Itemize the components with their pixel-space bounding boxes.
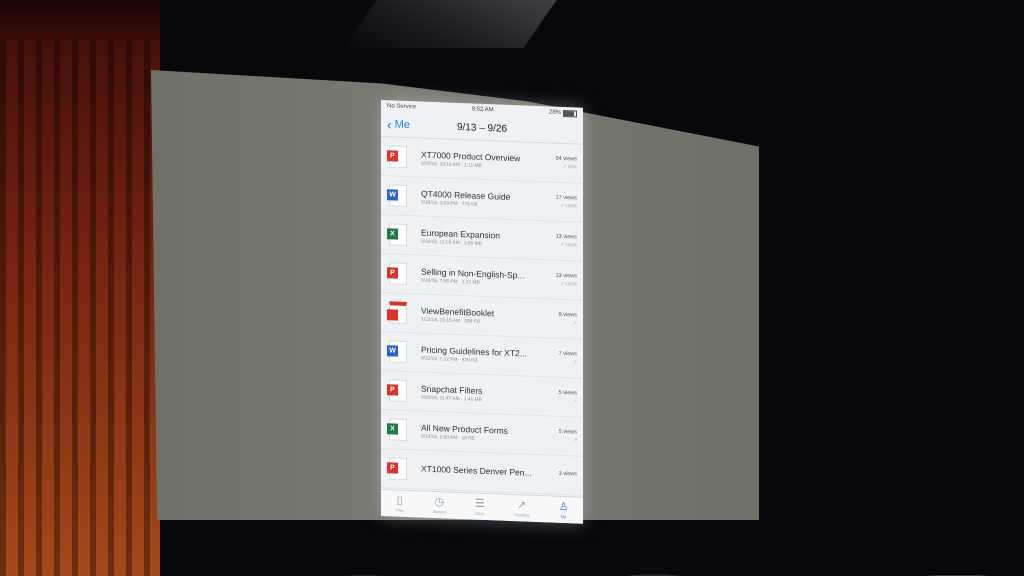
file-text: Snapchat Filters 9/20/16, 11:47 AM · 1.41…	[421, 383, 547, 405]
view-trend: ↗ 26%	[562, 163, 577, 170]
view-count: 13 views	[555, 233, 577, 241]
view-stats: 13 views ↗ 100%	[547, 272, 577, 287]
view-trend: ↗ 100%	[560, 202, 577, 209]
tab-label: Me	[560, 513, 567, 520]
file-type-badge	[387, 309, 398, 321]
file-text: ViewBenefitBooklet 1/22/16, 10:15 AM · 20…	[421, 305, 547, 327]
view-trend	[547, 478, 577, 479]
clock-icon: ◷	[434, 496, 445, 509]
pdf-icon	[387, 301, 407, 324]
view-count: 54 views	[555, 155, 577, 163]
view-stats: 5 views ↗	[547, 389, 577, 404]
battery-percent: 28%	[548, 109, 561, 116]
file-type-badge: P	[387, 462, 398, 474]
file-text: QT4000 Release Guide 9/16/16, 3:03 PM · 7…	[421, 188, 547, 210]
trending-icon: ↗	[517, 499, 527, 512]
carrier-label: No Service	[387, 103, 417, 111]
view-trend: ↗	[573, 398, 577, 404]
powerpoint-icon: P	[387, 379, 407, 402]
excel-icon: X	[387, 223, 407, 246]
back-button[interactable]: ‹ Me	[381, 116, 410, 133]
file-type-badge: P	[387, 267, 398, 279]
powerpoint-icon: P	[387, 145, 407, 168]
file-type-badge: X	[387, 423, 398, 435]
view-stats: 17 views ↗ 100%	[547, 194, 577, 209]
document-icon: ▯	[396, 494, 403, 507]
powerpoint-icon: P	[387, 457, 407, 480]
file-text: XT1000 Series Denver Pen...	[421, 464, 547, 481]
tab-me[interactable]: ♙ Me	[559, 501, 569, 519]
file-type-badge: W	[387, 189, 398, 201]
phone-screen: No Service 9:52 AM 28% ‹ Me 9/13 – 9/26 …	[381, 100, 583, 524]
tab-label: Trending	[513, 512, 530, 518]
view-trend: ↗ 100%	[560, 241, 577, 248]
file-type-badge: X	[387, 228, 398, 240]
chevron-left-icon: ‹	[387, 116, 392, 133]
page-title: 9/13 – 9/26	[456, 121, 508, 135]
excel-icon: X	[387, 418, 407, 441]
tab-label: Recent	[433, 509, 446, 515]
view-trend: ↗	[573, 437, 577, 443]
file-row[interactable]: P XT1000 Series Denver Pen... 3 views	[381, 449, 583, 496]
view-stats: 3 views	[547, 470, 577, 479]
view-count: 7 views	[558, 350, 577, 358]
view-count: 5 views	[558, 428, 577, 436]
file-text: European Expansion 9/16/16, 11:03 AM · 1.…	[421, 227, 547, 249]
view-stats: 13 views ↗ 100%	[547, 233, 577, 248]
list-icon: ☰	[474, 497, 485, 510]
view-count: 3 views	[558, 470, 577, 478]
file-text: XT7000 Product Overview 9/20/16, 10:16 AM…	[421, 149, 547, 171]
tab-docs[interactable]: ☰ Docs	[475, 498, 485, 516]
view-stats: 54 views ↗ 26%	[547, 155, 577, 170]
file-text: Pricing Guidelines for XT2... 9/22/16, 7:…	[421, 344, 547, 366]
powerpoint-icon: P	[387, 262, 407, 285]
file-type-badge: P	[387, 150, 398, 162]
view-stats: 5 views ↗	[547, 428, 577, 443]
tab-label: Files	[395, 507, 404, 513]
view-count: 5 views	[558, 389, 577, 397]
view-stats: 8 views ↗	[547, 311, 577, 326]
view-count: 17 views	[555, 194, 577, 202]
view-trend: ↗	[573, 359, 577, 365]
ceiling-light	[343, 0, 557, 48]
view-stats: 7 views ↗	[547, 350, 577, 365]
file-text: All New Product Forms 9/19/16, 2:00 AM · …	[421, 422, 547, 444]
file-type-badge: P	[387, 384, 398, 396]
back-label: Me	[394, 118, 410, 132]
view-count: 13 views	[555, 272, 577, 280]
lighting-truss	[0, 0, 160, 40]
file-title: XT1000 Series Denver Pen...	[421, 463, 532, 478]
word-icon: W	[387, 184, 407, 207]
battery-icon	[563, 109, 577, 118]
view-trend: ↗	[573, 320, 577, 326]
stage-curtain	[0, 0, 160, 576]
battery-indicator: 28%	[548, 109, 577, 118]
tab-label: Docs	[475, 510, 485, 516]
file-type-badge: W	[387, 345, 398, 357]
tab-trending[interactable]: ↗ Trending	[513, 499, 530, 518]
person-icon: ♙	[558, 500, 569, 514]
tab-recent[interactable]: ◷ Recent	[433, 496, 446, 514]
tab-files[interactable]: ▯ Files	[396, 495, 404, 513]
view-count: 8 views	[558, 311, 577, 319]
file-text: Selling in Non-English-Sp... 9/16/16, 7:4…	[421, 266, 547, 288]
clock-label: 9:52 AM	[471, 106, 494, 114]
word-icon: W	[387, 340, 407, 363]
view-trend: ↗ 100%	[560, 280, 577, 287]
audience-silhouettes	[200, 548, 1024, 576]
file-list: P XT7000 Product Overview 9/20/16, 10:16 A…	[381, 137, 583, 496]
